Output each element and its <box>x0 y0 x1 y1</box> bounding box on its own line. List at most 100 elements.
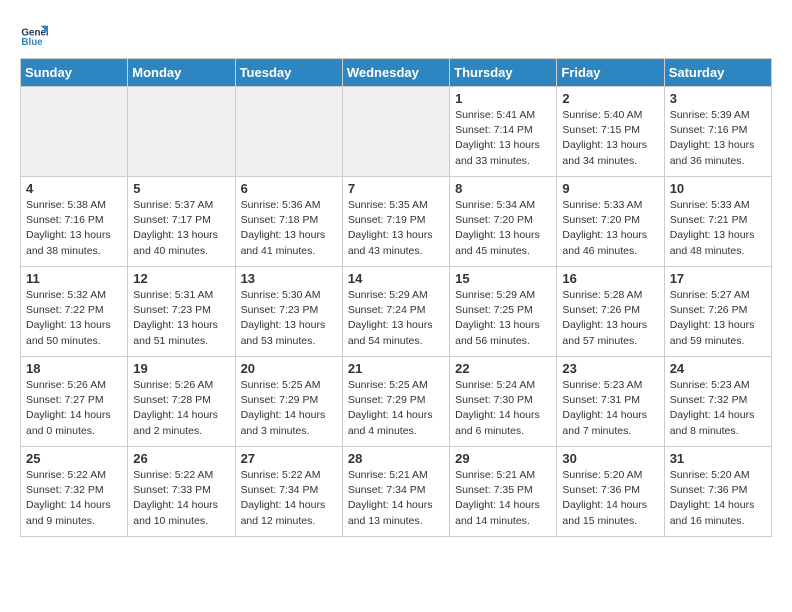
day-info: Sunrise: 5:41 AM Sunset: 7:14 PM Dayligh… <box>455 108 551 169</box>
day-info: Sunrise: 5:25 AM Sunset: 7:29 PM Dayligh… <box>348 378 444 439</box>
day-number: 31 <box>670 451 766 466</box>
day-cell-5: 5 Sunrise: 5:37 AM Sunset: 7:17 PM Daylig… <box>128 177 235 267</box>
day-info: Sunrise: 5:21 AM Sunset: 7:34 PM Dayligh… <box>348 468 444 529</box>
day-number: 5 <box>133 181 229 196</box>
day-number: 21 <box>348 361 444 376</box>
day-info: Sunrise: 5:23 AM Sunset: 7:31 PM Dayligh… <box>562 378 658 439</box>
day-cell-7: 7 Sunrise: 5:35 AM Sunset: 7:19 PM Daylig… <box>342 177 449 267</box>
day-header-tuesday: Tuesday <box>235 59 342 87</box>
day-info: Sunrise: 5:25 AM Sunset: 7:29 PM Dayligh… <box>241 378 337 439</box>
day-number: 26 <box>133 451 229 466</box>
page-header: General Blue <box>20 20 772 48</box>
day-header-saturday: Saturday <box>664 59 771 87</box>
day-info: Sunrise: 5:29 AM Sunset: 7:24 PM Dayligh… <box>348 288 444 349</box>
day-cell-1: 1 Sunrise: 5:41 AM Sunset: 7:14 PM Daylig… <box>450 87 557 177</box>
day-number: 6 <box>241 181 337 196</box>
day-info: Sunrise: 5:32 AM Sunset: 7:22 PM Dayligh… <box>26 288 122 349</box>
logo-icon: General Blue <box>20 20 48 48</box>
day-cell-23: 23 Sunrise: 5:23 AM Sunset: 7:31 PM Dayli… <box>557 357 664 447</box>
day-info: Sunrise: 5:24 AM Sunset: 7:30 PM Dayligh… <box>455 378 551 439</box>
day-number: 14 <box>348 271 444 286</box>
day-cell-31: 31 Sunrise: 5:20 AM Sunset: 7:36 PM Dayli… <box>664 447 771 537</box>
day-number: 22 <box>455 361 551 376</box>
day-cell-25: 25 Sunrise: 5:22 AM Sunset: 7:32 PM Dayli… <box>21 447 128 537</box>
day-number: 16 <box>562 271 658 286</box>
day-cell-14: 14 Sunrise: 5:29 AM Sunset: 7:24 PM Dayli… <box>342 267 449 357</box>
day-info: Sunrise: 5:31 AM Sunset: 7:23 PM Dayligh… <box>133 288 229 349</box>
day-info: Sunrise: 5:22 AM Sunset: 7:32 PM Dayligh… <box>26 468 122 529</box>
empty-cell <box>235 87 342 177</box>
day-cell-9: 9Sunrise: 5:33 AM Sunset: 7:20 PM Daylig… <box>557 177 664 267</box>
day-number: 18 <box>26 361 122 376</box>
day-cell-4: 4 Sunrise: 5:38 AM Sunset: 7:16 PM Daylig… <box>21 177 128 267</box>
day-cell-11: 11 Sunrise: 5:32 AM Sunset: 7:22 PM Dayli… <box>21 267 128 357</box>
day-info: Sunrise: 5:20 AM Sunset: 7:36 PM Dayligh… <box>562 468 658 529</box>
calendar-header-row: SundayMondayTuesdayWednesdayThursdayFrid… <box>21 59 772 87</box>
logo: General Blue <box>20 20 52 48</box>
day-number: 30 <box>562 451 658 466</box>
day-cell-12: 12 Sunrise: 5:31 AM Sunset: 7:23 PM Dayli… <box>128 267 235 357</box>
day-info: Sunrise: 5:38 AM Sunset: 7:16 PM Dayligh… <box>26 198 122 259</box>
day-info: Sunrise: 5:35 AM Sunset: 7:19 PM Dayligh… <box>348 198 444 259</box>
empty-cell <box>21 87 128 177</box>
day-number: 25 <box>26 451 122 466</box>
day-number: 27 <box>241 451 337 466</box>
calendar-table: SundayMondayTuesdayWednesdayThursdayFrid… <box>20 58 772 537</box>
day-info: Sunrise: 5:34 AM Sunset: 7:20 PM Dayligh… <box>455 198 551 259</box>
day-number: 7 <box>348 181 444 196</box>
day-cell-16: 16 Sunrise: 5:28 AM Sunset: 7:26 PM Dayli… <box>557 267 664 357</box>
calendar-week-2: 4 Sunrise: 5:38 AM Sunset: 7:16 PM Daylig… <box>21 177 772 267</box>
day-cell-18: 18 Sunrise: 5:26 AM Sunset: 7:27 PM Dayli… <box>21 357 128 447</box>
day-number: 19 <box>133 361 229 376</box>
day-number: 29 <box>455 451 551 466</box>
day-info: Sunrise: 5:40 AM Sunset: 7:15 PM Dayligh… <box>562 108 658 169</box>
day-number: 1 <box>455 91 551 106</box>
day-info: Sunrise: 5:23 AM Sunset: 7:32 PM Dayligh… <box>670 378 766 439</box>
day-number: 12 <box>133 271 229 286</box>
day-info: Sunrise: 5:36 AM Sunset: 7:18 PM Dayligh… <box>241 198 337 259</box>
day-info: Sunrise: 5:30 AM Sunset: 7:23 PM Dayligh… <box>241 288 337 349</box>
day-cell-19: 19 Sunrise: 5:26 AM Sunset: 7:28 PM Dayli… <box>128 357 235 447</box>
calendar-week-4: 18 Sunrise: 5:26 AM Sunset: 7:27 PM Dayli… <box>21 357 772 447</box>
empty-cell <box>342 87 449 177</box>
day-info: Sunrise: 5:29 AM Sunset: 7:25 PM Dayligh… <box>455 288 551 349</box>
day-number: 4 <box>26 181 122 196</box>
day-header-friday: Friday <box>557 59 664 87</box>
calendar-week-1: 1 Sunrise: 5:41 AM Sunset: 7:14 PM Daylig… <box>21 87 772 177</box>
day-cell-17: 17Sunrise: 5:27 AM Sunset: 7:26 PM Dayli… <box>664 267 771 357</box>
day-number: 2 <box>562 91 658 106</box>
day-number: 13 <box>241 271 337 286</box>
day-number: 20 <box>241 361 337 376</box>
day-number: 3 <box>670 91 766 106</box>
day-number: 11 <box>26 271 122 286</box>
day-number: 24 <box>670 361 766 376</box>
day-number: 15 <box>455 271 551 286</box>
day-cell-8: 8Sunrise: 5:34 AM Sunset: 7:20 PM Daylig… <box>450 177 557 267</box>
day-cell-22: 22 Sunrise: 5:24 AM Sunset: 7:30 PM Dayli… <box>450 357 557 447</box>
day-info: Sunrise: 5:26 AM Sunset: 7:28 PM Dayligh… <box>133 378 229 439</box>
day-info: Sunrise: 5:20 AM Sunset: 7:36 PM Dayligh… <box>670 468 766 529</box>
day-info: Sunrise: 5:33 AM Sunset: 7:20 PM Dayligh… <box>562 198 658 259</box>
day-header-sunday: Sunday <box>21 59 128 87</box>
day-cell-27: 27 Sunrise: 5:22 AM Sunset: 7:34 PM Dayli… <box>235 447 342 537</box>
day-cell-24: 24 Sunrise: 5:23 AM Sunset: 7:32 PM Dayli… <box>664 357 771 447</box>
day-header-wednesday: Wednesday <box>342 59 449 87</box>
day-cell-15: 15 Sunrise: 5:29 AM Sunset: 7:25 PM Dayli… <box>450 267 557 357</box>
day-info: Sunrise: 5:26 AM Sunset: 7:27 PM Dayligh… <box>26 378 122 439</box>
day-cell-21: 21 Sunrise: 5:25 AM Sunset: 7:29 PM Dayli… <box>342 357 449 447</box>
day-cell-28: 28Sunrise: 5:21 AM Sunset: 7:34 PM Dayli… <box>342 447 449 537</box>
day-cell-26: 26Sunrise: 5:22 AM Sunset: 7:33 PM Dayli… <box>128 447 235 537</box>
empty-cell <box>128 87 235 177</box>
calendar-week-3: 11 Sunrise: 5:32 AM Sunset: 7:22 PM Dayli… <box>21 267 772 357</box>
day-info: Sunrise: 5:28 AM Sunset: 7:26 PM Dayligh… <box>562 288 658 349</box>
day-info: Sunrise: 5:37 AM Sunset: 7:17 PM Dayligh… <box>133 198 229 259</box>
calendar-week-5: 25 Sunrise: 5:22 AM Sunset: 7:32 PM Dayli… <box>21 447 772 537</box>
day-info: Sunrise: 5:33 AM Sunset: 7:21 PM Dayligh… <box>670 198 766 259</box>
day-cell-2: 2 Sunrise: 5:40 AM Sunset: 7:15 PM Daylig… <box>557 87 664 177</box>
day-cell-6: 6 Sunrise: 5:36 AM Sunset: 7:18 PM Daylig… <box>235 177 342 267</box>
day-info: Sunrise: 5:22 AM Sunset: 7:34 PM Dayligh… <box>241 468 337 529</box>
day-header-monday: Monday <box>128 59 235 87</box>
day-cell-20: 20 Sunrise: 5:25 AM Sunset: 7:29 PM Dayli… <box>235 357 342 447</box>
day-number: 23 <box>562 361 658 376</box>
day-cell-13: 13 Sunrise: 5:30 AM Sunset: 7:23 PM Dayli… <box>235 267 342 357</box>
